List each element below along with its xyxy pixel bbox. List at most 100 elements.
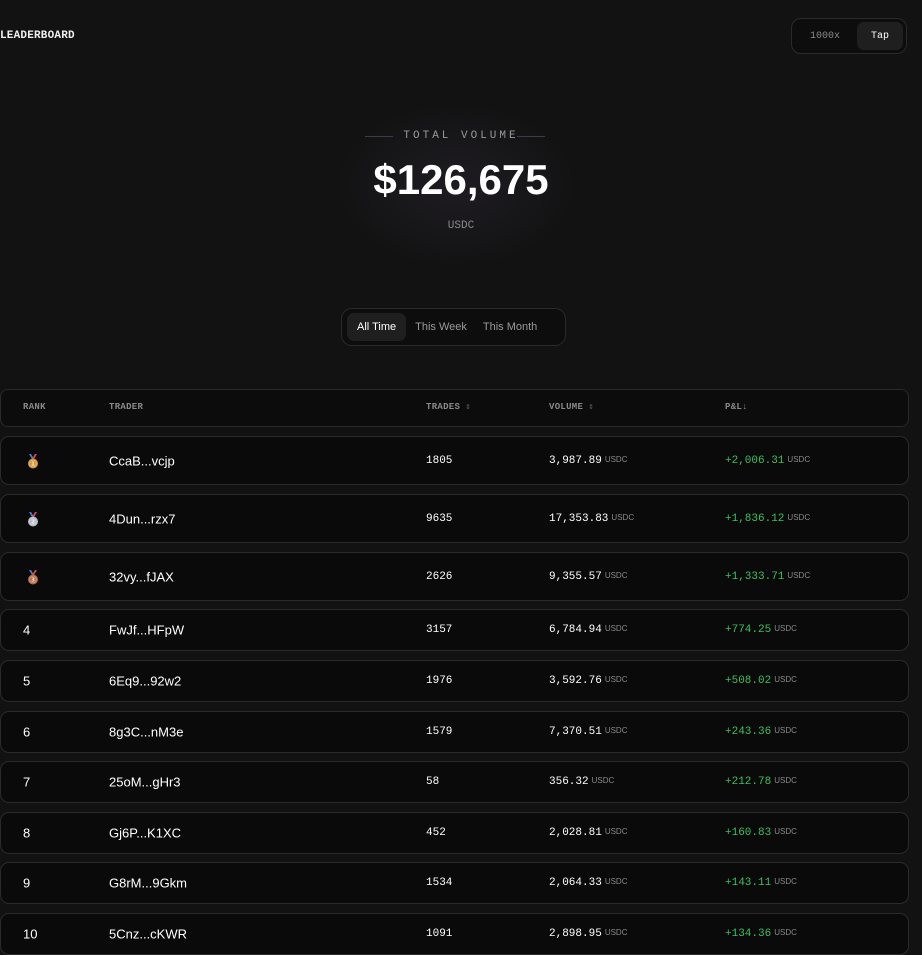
pnl-cell: +2,006.31 USDC	[725, 455, 810, 467]
trader-address[interactable]: Gj6P...K1XC	[109, 826, 181, 841]
pnl-unit: USDC	[774, 675, 797, 684]
tab-all-time[interactable]: All Time	[347, 313, 407, 341]
table-row[interactable]: 4 FwJf...HFpW 3157 6,784.94 USDC +774.25 USDC	[0, 609, 909, 651]
volume-cell: 2,028.81 USDC	[549, 827, 627, 839]
trades-count: 3157	[426, 624, 453, 636]
volume-cell: 9,355.57 USDC	[549, 571, 627, 583]
trader-address[interactable]: 6Eq9...92w2	[109, 674, 181, 689]
gold-medal-icon: 1	[25, 453, 41, 469]
volume-unit: USDC	[591, 776, 615, 785]
trader-address[interactable]: CcaB...vcjp	[109, 453, 175, 468]
total-volume-value: $126,675	[373, 156, 549, 203]
volume-cell: 7,370.51 USDC	[549, 726, 627, 738]
pnl-unit: USDC	[787, 570, 811, 580]
pnl-cell: +134.36 USDC	[725, 928, 797, 940]
volume-value: 6,784.94	[549, 624, 602, 636]
volume-unit: USDC	[604, 570, 628, 580]
rank-value: 6	[23, 724, 31, 740]
volume-cell: 17,353.83 USDC	[549, 513, 634, 525]
trader-address[interactable]: 32vy...fJAX	[109, 569, 174, 584]
volume-unit: USDC	[604, 827, 628, 836]
trader-address[interactable]: G8rM...9Gkm	[109, 876, 187, 891]
volume-unit: USDC	[604, 928, 628, 937]
trades-count: 1579	[426, 726, 453, 738]
mode-button-1000x[interactable]: 1000x	[795, 22, 855, 50]
volume-unit: USDC	[604, 726, 628, 735]
pnl-unit: USDC	[787, 512, 811, 522]
trades-count: 2626	[426, 570, 453, 583]
table-header: RANK TRADER TRADES ⇕ VOLUME ⇕ P&L↓	[0, 389, 909, 427]
volume-value: 9,355.57	[549, 570, 602, 583]
trader-address[interactable]: 8g3C...nM3e	[109, 725, 183, 740]
table-row[interactable]: 3 32vy...fJAX 2626 9,355.57 USDC +1,333.71 USD…	[0, 552, 909, 601]
svg-text:3: 3	[31, 577, 35, 583]
tab-this-week[interactable]: This Week	[408, 313, 474, 341]
trader-address[interactable]: 25oM...gHr3	[109, 775, 181, 790]
trader-address[interactable]: 5Cnz...cKWR	[109, 927, 187, 942]
volume-value: 17,353.83	[549, 512, 609, 525]
table-row[interactable]: 1 CcaB...vcjp 1805 3,987.89 USDC +2,006.31 USD…	[0, 436, 909, 485]
mode-toggle: 1000x Tap	[791, 18, 907, 54]
table-row[interactable]: 7 25oM...gHr3 58 356.32 USDC +212.78 USDC	[0, 761, 909, 803]
rank-value: 5	[23, 673, 31, 689]
pnl-unit: USDC	[774, 776, 797, 785]
pnl-value: +243.36	[725, 726, 772, 738]
trades-count: 452	[426, 827, 446, 839]
page-title: LEADERBOARD	[0, 30, 75, 42]
table-row[interactable]: 6 8g3C...nM3e 1579 7,370.51 USDC +243.36 USDC	[0, 711, 909, 753]
volume-cell: 2,898.95 USDC	[549, 928, 627, 940]
volume-unit: USDC	[604, 675, 628, 684]
column-header-rank: RANK	[23, 402, 46, 412]
rank-value: 9	[23, 875, 31, 891]
pnl-unit: USDC	[787, 454, 811, 464]
column-header-pnl[interactable]: P&L↓	[725, 402, 748, 412]
column-header-trades-label: TRADES	[426, 402, 461, 412]
pnl-cell: +1,333.71 USDC	[725, 571, 810, 583]
volume-value: 2,064.33	[549, 877, 602, 889]
table-row[interactable]: 5 6Eq9...92w2 1976 3,592.76 USDC +508.02 USDC	[0, 660, 909, 702]
pnl-value: +160.83	[725, 827, 772, 839]
trader-address[interactable]: FwJf...HFpW	[109, 623, 184, 638]
pnl-value: +1,836.12	[725, 512, 785, 525]
pnl-unit: USDC	[774, 877, 797, 886]
volume-value: 3,592.76	[549, 675, 602, 687]
table-row[interactable]: 10 5Cnz...cKWR 1091 2,898.95 USDC +134.36 USDC	[0, 913, 909, 955]
volume-unit: USDC	[604, 454, 628, 464]
pnl-value: +212.78	[725, 776, 772, 788]
volume-cell: 6,784.94 USDC	[549, 624, 627, 636]
volume-unit: USDC	[604, 877, 628, 886]
trades-count: 58	[426, 776, 440, 788]
pnl-cell: +1,836.12 USDC	[725, 513, 810, 525]
column-header-trades[interactable]: TRADES ⇕	[426, 402, 471, 412]
volume-unit: USDC	[604, 624, 628, 633]
pnl-cell: +508.02 USDC	[725, 675, 797, 687]
pnl-unit: USDC	[774, 624, 797, 633]
column-header-volume-label: VOLUME	[549, 402, 584, 412]
pnl-value: +134.36	[725, 928, 772, 940]
pnl-value: +774.25	[725, 624, 772, 636]
trades-count: 9635	[426, 512, 453, 525]
mode-button-tap[interactable]: Tap	[857, 22, 903, 50]
trades-count: 1976	[426, 675, 453, 687]
rank-value: 10	[23, 926, 38, 942]
pnl-value: +2,006.31	[725, 454, 785, 467]
tab-this-month[interactable]: This Month	[476, 313, 544, 341]
pnl-cell: +774.25 USDC	[725, 624, 797, 636]
table-row[interactable]: 2 4Dun...rzx7 9635 17,353.83 USDC +1,836.12 US…	[0, 494, 909, 543]
leaderboard-page: LEADERBOARD 1000x Tap TOTAL VOLUME $126,…	[0, 0, 922, 955]
svg-text:1: 1	[31, 461, 35, 467]
column-header-trader: TRADER	[109, 402, 144, 412]
volume-value: 2,028.81	[549, 827, 602, 839]
volume-value: 7,370.51	[549, 726, 602, 738]
table-row[interactable]: 9 G8rM...9Gkm 1534 2,064.33 USDC +143.11 USDC	[0, 862, 909, 904]
pnl-unit: USDC	[774, 827, 797, 836]
column-header-volume[interactable]: VOLUME ⇕	[549, 402, 594, 412]
silver-medal-icon: 2	[25, 511, 41, 527]
bronze-medal-icon: 3	[25, 569, 41, 585]
period-tabs: All Time This Week This Month	[341, 308, 566, 346]
volume-value: 356.32	[549, 776, 589, 788]
trader-address[interactable]: 4Dun...rzx7	[109, 511, 175, 526]
table-row[interactable]: 8 Gj6P...K1XC 452 2,028.81 USDC +160.83 USDC	[0, 812, 909, 854]
trades-count: 1805	[426, 454, 453, 467]
volume-cell: 3,592.76 USDC	[549, 675, 627, 687]
